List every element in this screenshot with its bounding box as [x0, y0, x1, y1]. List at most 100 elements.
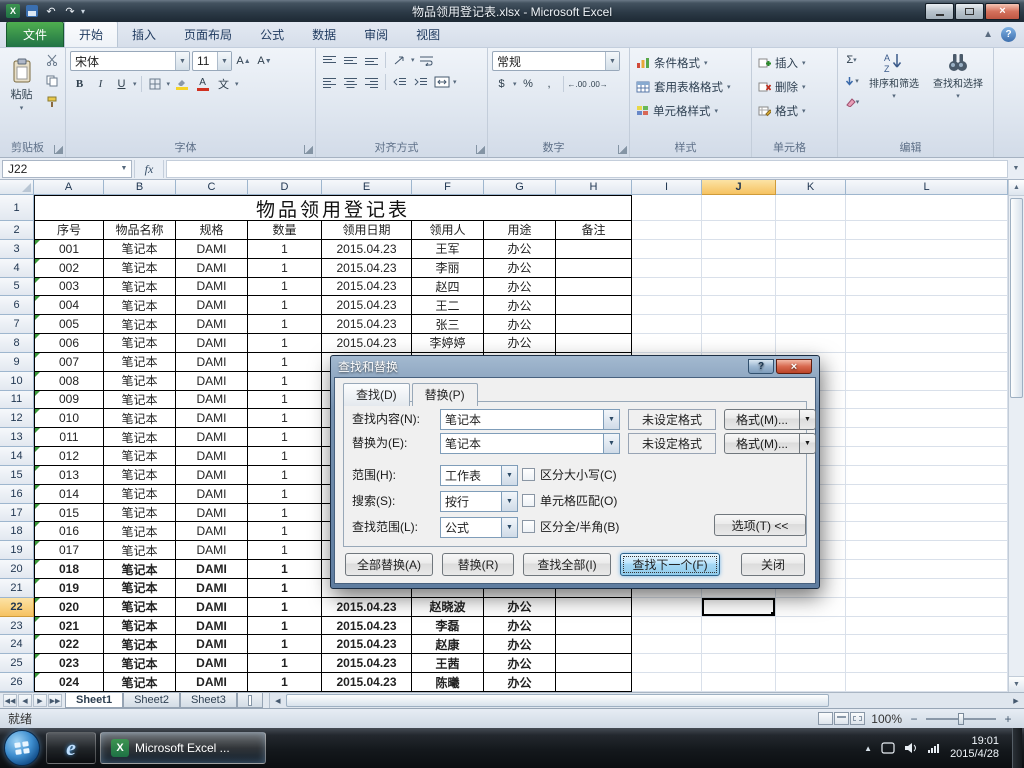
- cell-F-8[interactable]: 李婷婷: [412, 334, 484, 353]
- sheet-tab-0[interactable]: Sheet1: [65, 693, 124, 708]
- column-header-A[interactable]: A: [34, 180, 104, 195]
- cell-C-22[interactable]: DAMI: [176, 597, 248, 617]
- cell-K-22[interactable]: [776, 597, 846, 617]
- cell-I-7[interactable]: [632, 315, 702, 335]
- cell-I-3[interactable]: [632, 239, 702, 259]
- align-middle-icon[interactable]: [341, 51, 360, 69]
- cell-L-3[interactable]: [846, 239, 1008, 259]
- cell-K-23[interactable]: [776, 616, 846, 636]
- borders-dropdown-icon[interactable]: ▾: [167, 80, 171, 88]
- sort-filter-button[interactable]: AZ 排序和筛选 ▾: [863, 51, 925, 111]
- cell-D-21[interactable]: 1: [248, 578, 322, 598]
- cell-L-24[interactable]: [846, 635, 1008, 655]
- cell-B-8[interactable]: 笔记本: [104, 334, 176, 353]
- cell-L-17[interactable]: [846, 503, 1008, 523]
- row-header-26[interactable]: 26: [0, 673, 34, 692]
- format-as-table-button[interactable]: 套用表格格式 ▾: [634, 75, 747, 99]
- cell-H-2[interactable]: 备注: [556, 221, 632, 240]
- match-cell-option[interactable]: 单元格匹配(O): [522, 492, 617, 508]
- cell-B-4[interactable]: 笔记本: [104, 258, 176, 278]
- delete-cells-button[interactable]: 删除 ▾: [756, 75, 833, 99]
- autosum-icon[interactable]: Σ ▾: [842, 51, 861, 69]
- zoom-slider-thumb[interactable]: [958, 712, 964, 725]
- volume-icon[interactable]: [904, 742, 918, 754]
- cell-D-12[interactable]: 1: [248, 409, 322, 429]
- internet-explorer-icon[interactable]: e: [46, 732, 96, 764]
- cell-B-22[interactable]: 笔记本: [104, 597, 176, 617]
- format-cells-button[interactable]: 格式 ▾: [756, 99, 833, 123]
- cell-B-26[interactable]: 笔记本: [104, 673, 176, 692]
- row-header-24[interactable]: 24: [0, 635, 34, 655]
- look-in-select[interactable]: 公式 ▼: [440, 517, 518, 538]
- redo-icon[interactable]: ↷: [62, 3, 78, 19]
- first-sheet-icon[interactable]: ◀◀: [3, 694, 17, 707]
- cell-B-12[interactable]: 笔记本: [104, 409, 176, 429]
- cell-D-3[interactable]: 1: [248, 239, 322, 259]
- column-header-I[interactable]: I: [632, 180, 702, 195]
- ribbon-tab-3[interactable]: 公式: [246, 22, 298, 47]
- cell-A-17[interactable]: 015: [34, 503, 104, 523]
- cell-L-20[interactable]: [846, 560, 1008, 579]
- cell-B-14[interactable]: 笔记本: [104, 447, 176, 466]
- cell-G-8[interactable]: 办公: [484, 334, 556, 353]
- column-header-K[interactable]: K: [776, 180, 846, 195]
- row-header-2[interactable]: 2: [0, 221, 34, 240]
- bold-button[interactable]: B: [70, 75, 89, 93]
- cell-L-1[interactable]: [846, 195, 1008, 221]
- cell-A-6[interactable]: 004: [34, 296, 104, 316]
- wrap-text-icon[interactable]: [417, 51, 436, 69]
- cell-F-3[interactable]: 王军: [412, 239, 484, 259]
- normal-view-icon[interactable]: [818, 712, 834, 725]
- within-select[interactable]: 工作表 ▼: [440, 465, 518, 486]
- borders-icon[interactable]: [146, 75, 165, 93]
- cut-icon[interactable]: [42, 51, 61, 69]
- cell-B-25[interactable]: 笔记本: [104, 654, 176, 674]
- cell-D-5[interactable]: 1: [248, 277, 322, 297]
- cell-G-3[interactable]: 办公: [484, 239, 556, 259]
- cell-K-6[interactable]: [776, 296, 846, 316]
- cell-H-3[interactable]: [556, 239, 632, 259]
- increase-indent-icon[interactable]: [411, 73, 430, 91]
- cell-J-25[interactable]: [702, 654, 776, 674]
- cell-D-16[interactable]: 1: [248, 484, 322, 504]
- cell-C-24[interactable]: DAMI: [176, 635, 248, 655]
- cell-B-10[interactable]: 笔记本: [104, 371, 176, 391]
- cell-A-20[interactable]: 018: [34, 560, 104, 579]
- ribbon-tab-1[interactable]: 插入: [118, 22, 170, 47]
- replace-with-input[interactable]: 笔记本 ▼: [440, 433, 620, 454]
- cell-A-18[interactable]: 016: [34, 522, 104, 542]
- cell-L-10[interactable]: [846, 371, 1008, 391]
- increase-font-icon[interactable]: A ▲: [234, 52, 253, 70]
- cell-B-20[interactable]: 笔记本: [104, 560, 176, 579]
- insert-function-button[interactable]: fx: [134, 159, 164, 178]
- row-header-25[interactable]: 25: [0, 654, 34, 674]
- align-top-icon[interactable]: [320, 51, 339, 69]
- cell-C-4[interactable]: DAMI: [176, 258, 248, 278]
- cell-D-2[interactable]: 数量: [248, 221, 322, 240]
- cell-H-7[interactable]: [556, 315, 632, 335]
- cell-L-7[interactable]: [846, 315, 1008, 335]
- row-header-12[interactable]: 12: [0, 409, 34, 429]
- cell-C-9[interactable]: DAMI: [176, 352, 248, 372]
- cell-F-24[interactable]: 赵康: [412, 635, 484, 655]
- cell-J-23[interactable]: [702, 616, 776, 636]
- match-case-option[interactable]: 区分大小写(C): [522, 466, 617, 482]
- cell-I-24[interactable]: [632, 635, 702, 655]
- close-button[interactable]: ×: [985, 2, 1020, 20]
- dialog-button-1[interactable]: 替换(R): [442, 553, 514, 576]
- cell-E-3[interactable]: 2015.04.23: [322, 239, 412, 259]
- customize-qat-icon[interactable]: ▾: [81, 7, 85, 16]
- row-header-7[interactable]: 7: [0, 315, 34, 335]
- cell-B-7[interactable]: 笔记本: [104, 315, 176, 335]
- cell-G-26[interactable]: 办公: [484, 673, 556, 692]
- cell-A-7[interactable]: 005: [34, 315, 104, 335]
- excel-app-icon[interactable]: X: [5, 3, 21, 19]
- cell-A-21[interactable]: 019: [34, 578, 104, 598]
- cell-L-13[interactable]: [846, 428, 1008, 448]
- match-width-option[interactable]: 区分全/半角(B): [522, 518, 619, 534]
- cell-H-5[interactable]: [556, 277, 632, 297]
- cell-G-7[interactable]: 办公: [484, 315, 556, 335]
- cell-J-3[interactable]: [702, 239, 776, 259]
- alignment-dialog-launcher[interactable]: [476, 145, 485, 154]
- cell-B-6[interactable]: 笔记本: [104, 296, 176, 316]
